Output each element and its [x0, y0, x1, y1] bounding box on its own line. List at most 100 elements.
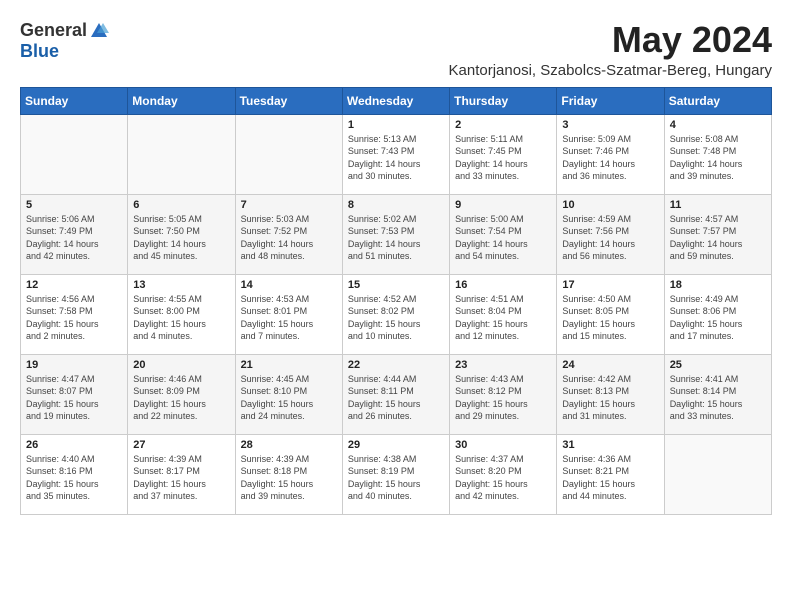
- day-info: Sunrise: 4:36 AM Sunset: 8:21 PM Dayligh…: [562, 453, 658, 503]
- day-info: Sunrise: 4:42 AM Sunset: 8:13 PM Dayligh…: [562, 373, 658, 423]
- calendar-cell: 2 Sunrise: 5:11 AM Sunset: 7:45 PM Daylig…: [450, 114, 557, 194]
- calendar-header: SundayMondayTuesdayWednesdayThursdayFrid…: [21, 87, 772, 114]
- day-info: Sunrise: 5:00 AM Sunset: 7:54 PM Dayligh…: [455, 213, 551, 263]
- day-info: Sunrise: 4:49 AM Sunset: 8:06 PM Dayligh…: [670, 293, 766, 343]
- day-info: Sunrise: 4:47 AM Sunset: 8:07 PM Dayligh…: [26, 373, 122, 423]
- calendar-cell: 24 Sunrise: 4:42 AM Sunset: 8:13 PM Dayli…: [557, 354, 664, 434]
- weekday-wednesday: Wednesday: [342, 87, 449, 114]
- weekday-tuesday: Tuesday: [235, 87, 342, 114]
- weekday-thursday: Thursday: [450, 87, 557, 114]
- location-subtitle: Kantorjanosi, Szabolcs-Szatmar-Bereg, Hu…: [449, 62, 772, 79]
- day-number: 8: [348, 199, 444, 211]
- calendar-cell: 3 Sunrise: 5:09 AM Sunset: 7:46 PM Daylig…: [557, 114, 664, 194]
- day-number: 16: [455, 279, 551, 291]
- day-number: 24: [562, 359, 658, 371]
- day-number: 26: [26, 439, 122, 451]
- day-info: Sunrise: 4:51 AM Sunset: 8:04 PM Dayligh…: [455, 293, 551, 343]
- calendar-cell: 23 Sunrise: 4:43 AM Sunset: 8:12 PM Dayli…: [450, 354, 557, 434]
- calendar-week-5: 26 Sunrise: 4:40 AM Sunset: 8:16 PM Dayli…: [21, 434, 772, 514]
- calendar-cell: [664, 434, 771, 514]
- day-number: 9: [455, 199, 551, 211]
- calendar-cell: 9 Sunrise: 5:00 AM Sunset: 7:54 PM Daylig…: [450, 194, 557, 274]
- day-info: Sunrise: 4:52 AM Sunset: 8:02 PM Dayligh…: [348, 293, 444, 343]
- day-info: Sunrise: 5:11 AM Sunset: 7:45 PM Dayligh…: [455, 133, 551, 183]
- logo-general-text: General: [20, 20, 87, 41]
- calendar-cell: 21Sunrise: 4:45 AM Sunset: 8:10 PM Dayli…: [235, 354, 342, 434]
- calendar-cell: 19 Sunrise: 4:47 AM Sunset: 8:07 PM Dayli…: [21, 354, 128, 434]
- day-number: 12: [26, 279, 122, 291]
- weekday-monday: Monday: [128, 87, 235, 114]
- day-info: Sunrise: 4:59 AM Sunset: 7:56 PM Dayligh…: [562, 213, 658, 263]
- calendar-cell: 6Sunrise: 5:05 AM Sunset: 7:50 PM Daylig…: [128, 194, 235, 274]
- calendar-cell: 4 Sunrise: 5:08 AM Sunset: 7:48 PM Daylig…: [664, 114, 771, 194]
- calendar-cell: 14 Sunrise: 4:53 AM Sunset: 8:01 PM Dayli…: [235, 274, 342, 354]
- day-info: Sunrise: 4:39 AM Sunset: 8:17 PM Dayligh…: [133, 453, 229, 503]
- day-info: Sunrise: 5:06 AM Sunset: 7:49 PM Dayligh…: [26, 213, 122, 263]
- day-info: Sunrise: 5:08 AM Sunset: 7:48 PM Dayligh…: [670, 133, 766, 183]
- day-number: 30: [455, 439, 551, 451]
- weekday-saturday: Saturday: [664, 87, 771, 114]
- day-info: Sunrise: 4:50 AM Sunset: 8:05 PM Dayligh…: [562, 293, 658, 343]
- calendar-cell: [235, 114, 342, 194]
- day-number: 4: [670, 119, 766, 131]
- day-info: Sunrise: 4:53 AM Sunset: 8:01 PM Dayligh…: [241, 293, 337, 343]
- logo-icon: [89, 21, 109, 41]
- calendar-cell: 30 Sunrise: 4:37 AM Sunset: 8:20 PM Dayli…: [450, 434, 557, 514]
- day-info: Sunrise: 4:38 AM Sunset: 8:19 PM Dayligh…: [348, 453, 444, 503]
- day-info: Sunrise: 5:02 AM Sunset: 7:53 PM Dayligh…: [348, 213, 444, 263]
- calendar-cell: 25Sunrise: 4:41 AM Sunset: 8:14 PM Dayli…: [664, 354, 771, 434]
- calendar-cell: 17 Sunrise: 4:50 AM Sunset: 8:05 PM Dayli…: [557, 274, 664, 354]
- calendar-cell: 22Sunrise: 4:44 AM Sunset: 8:11 PM Dayli…: [342, 354, 449, 434]
- calendar-cell: 10 Sunrise: 4:59 AM Sunset: 7:56 PM Dayli…: [557, 194, 664, 274]
- day-number: 11: [670, 199, 766, 211]
- day-number: 10: [562, 199, 658, 211]
- calendar-cell: 16 Sunrise: 4:51 AM Sunset: 8:04 PM Dayli…: [450, 274, 557, 354]
- day-number: 23: [455, 359, 551, 371]
- day-number: 6: [133, 199, 229, 211]
- day-number: 17: [562, 279, 658, 291]
- calendar-cell: 5 Sunrise: 5:06 AM Sunset: 7:49 PM Daylig…: [21, 194, 128, 274]
- day-number: 31: [562, 439, 658, 451]
- day-number: 13: [133, 279, 229, 291]
- day-number: 19: [26, 359, 122, 371]
- calendar-body: 1Sunrise: 5:13 AM Sunset: 7:43 PM Daylig…: [21, 114, 772, 514]
- day-info: Sunrise: 4:37 AM Sunset: 8:20 PM Dayligh…: [455, 453, 551, 503]
- day-info: Sunrise: 4:57 AM Sunset: 7:57 PM Dayligh…: [670, 213, 766, 263]
- calendar-cell: 18 Sunrise: 4:49 AM Sunset: 8:06 PM Dayli…: [664, 274, 771, 354]
- day-number: 27: [133, 439, 229, 451]
- weekday-header-row: SundayMondayTuesdayWednesdayThursdayFrid…: [21, 87, 772, 114]
- calendar-cell: 20Sunrise: 4:46 AM Sunset: 8:09 PM Dayli…: [128, 354, 235, 434]
- day-number: 14: [241, 279, 337, 291]
- day-number: 5: [26, 199, 122, 211]
- day-number: 18: [670, 279, 766, 291]
- logo: General Blue: [20, 20, 109, 62]
- calendar-cell: 26 Sunrise: 4:40 AM Sunset: 8:16 PM Dayli…: [21, 434, 128, 514]
- day-number: 1: [348, 119, 444, 131]
- calendar-cell: 27 Sunrise: 4:39 AM Sunset: 8:17 PM Dayli…: [128, 434, 235, 514]
- calendar-cell: 12 Sunrise: 4:56 AM Sunset: 7:58 PM Dayli…: [21, 274, 128, 354]
- calendar-cell: 13Sunrise: 4:55 AM Sunset: 8:00 PM Dayli…: [128, 274, 235, 354]
- weekday-sunday: Sunday: [21, 87, 128, 114]
- day-number: 2: [455, 119, 551, 131]
- calendar-week-1: 1Sunrise: 5:13 AM Sunset: 7:43 PM Daylig…: [21, 114, 772, 194]
- calendar-cell: [128, 114, 235, 194]
- day-info: Sunrise: 4:40 AM Sunset: 8:16 PM Dayligh…: [26, 453, 122, 503]
- calendar-cell: 8 Sunrise: 5:02 AM Sunset: 7:53 PM Daylig…: [342, 194, 449, 274]
- calendar-week-3: 12 Sunrise: 4:56 AM Sunset: 7:58 PM Dayli…: [21, 274, 772, 354]
- logo-blue-text: Blue: [20, 41, 59, 62]
- calendar-cell: 7Sunrise: 5:03 AM Sunset: 7:52 PM Daylig…: [235, 194, 342, 274]
- day-number: 3: [562, 119, 658, 131]
- title-block: May 2024 Kantorjanosi, Szabolcs-Szatmar-…: [449, 20, 772, 79]
- day-number: 25: [670, 359, 766, 371]
- day-number: 22: [348, 359, 444, 371]
- day-info: Sunrise: 4:43 AM Sunset: 8:12 PM Dayligh…: [455, 373, 551, 423]
- calendar-week-4: 19 Sunrise: 4:47 AM Sunset: 8:07 PM Dayli…: [21, 354, 772, 434]
- day-number: 20: [133, 359, 229, 371]
- calendar-cell: [21, 114, 128, 194]
- day-number: 7: [241, 199, 337, 211]
- calendar-week-2: 5 Sunrise: 5:06 AM Sunset: 7:49 PM Daylig…: [21, 194, 772, 274]
- day-info: Sunrise: 5:09 AM Sunset: 7:46 PM Dayligh…: [562, 133, 658, 183]
- day-info: Sunrise: 4:56 AM Sunset: 7:58 PM Dayligh…: [26, 293, 122, 343]
- calendar-cell: 31 Sunrise: 4:36 AM Sunset: 8:21 PM Dayli…: [557, 434, 664, 514]
- day-info: Sunrise: 4:45 AM Sunset: 8:10 PM Dayligh…: [241, 373, 337, 423]
